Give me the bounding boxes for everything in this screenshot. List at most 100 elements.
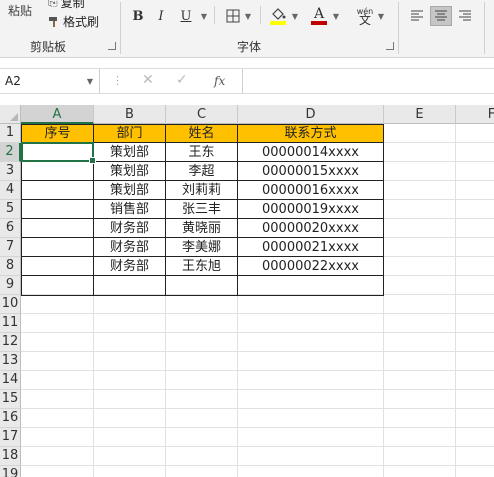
underline-button[interactable]: U: [178, 6, 194, 26]
fill-color-dropdown[interactable]: ▼: [290, 6, 300, 26]
table-cell[interactable]: [22, 276, 93, 295]
group-separator: [398, 2, 399, 54]
row-header[interactable]: 8: [0, 257, 21, 276]
row-header[interactable]: 5: [0, 200, 21, 219]
font-color-dropdown[interactable]: ▼: [331, 6, 341, 26]
underline-dropdown[interactable]: ▼: [199, 6, 209, 26]
table-cell[interactable]: [22, 162, 93, 181]
row-header[interactable]: 4: [0, 181, 21, 200]
more-options-icon[interactable]: ⋮: [112, 74, 123, 87]
font-color-button[interactable]: A: [309, 6, 329, 26]
format-painter-button[interactable]: 格式刷: [48, 13, 99, 30]
name-box[interactable]: A2 ▼: [0, 69, 100, 93]
borders-button[interactable]: [224, 6, 242, 26]
italic-button[interactable]: I: [153, 6, 169, 26]
row-header[interactable]: 9: [0, 276, 21, 295]
table-cell[interactable]: 策划部: [94, 181, 165, 200]
table-cell[interactable]: 策划部: [94, 143, 165, 162]
gridline: [21, 332, 494, 333]
table-cell[interactable]: 00000016xxxx: [238, 181, 383, 200]
table-cell[interactable]: [22, 181, 93, 200]
row-header[interactable]: 18: [0, 447, 21, 466]
column-header-c[interactable]: C: [166, 105, 238, 124]
table-header-cell[interactable]: 联系方式: [238, 124, 383, 143]
bold-button[interactable]: B: [129, 6, 147, 26]
table-cell[interactable]: 00000022xxxx: [238, 257, 383, 276]
phonetic-guide-button[interactable]: wén 文: [354, 6, 376, 26]
table-cell[interactable]: 00000015xxxx: [238, 162, 383, 181]
table-border: [21, 218, 384, 219]
column-header-f[interactable]: F: [456, 105, 494, 124]
row-header[interactable]: 12: [0, 333, 21, 352]
row-header[interactable]: 19: [0, 466, 21, 477]
table-header-cell[interactable]: 序号: [22, 124, 93, 143]
font-dialog-launcher-icon[interactable]: [386, 42, 394, 50]
row-header[interactable]: 7: [0, 238, 21, 257]
insert-function-icon[interactable]: fx: [214, 74, 225, 88]
cancel-icon[interactable]: ✕: [142, 72, 154, 88]
table-cell[interactable]: [22, 219, 93, 238]
borders-dropdown[interactable]: ▼: [243, 6, 253, 26]
table-cell[interactable]: 00000014xxxx: [238, 143, 383, 162]
table-border: [21, 237, 384, 238]
gridline: [21, 427, 494, 428]
row-header[interactable]: 14: [0, 371, 21, 390]
ribbon: 粘贴 ⎘ 复制 格式刷 剪贴板 B I U ▼ ▼ ▼ A ▼ wén 文 ▼ …: [0, 0, 494, 58]
table-border: [165, 124, 166, 296]
table-cell[interactable]: 策划部: [94, 162, 165, 181]
copy-button[interactable]: ⎘ 复制: [48, 0, 85, 11]
chevron-down-icon: ▼: [291, 11, 299, 21]
row-header[interactable]: 2: [0, 143, 21, 162]
table-cell[interactable]: [94, 276, 165, 295]
chevron-down-icon: ▼: [244, 11, 252, 21]
formula-input[interactable]: [242, 69, 494, 93]
table-cell[interactable]: 00000019xxxx: [238, 200, 383, 219]
table-header-cell[interactable]: 姓名: [166, 124, 237, 143]
column-header-a[interactable]: A: [21, 105, 94, 124]
clipboard-dialog-launcher-icon[interactable]: [108, 42, 116, 50]
paste-button[interactable]: 粘贴: [8, 2, 32, 19]
select-all-button[interactable]: [0, 105, 21, 124]
table-cell[interactable]: 李超: [166, 162, 237, 181]
table-cell[interactable]: 王东: [166, 143, 237, 162]
table-cell[interactable]: 00000020xxxx: [238, 219, 383, 238]
row-header[interactable]: 16: [0, 409, 21, 428]
column-header-b[interactable]: B: [94, 105, 166, 124]
row-header[interactable]: 11: [0, 314, 21, 333]
table-cell[interactable]: 李美娜: [166, 238, 237, 257]
table-cell[interactable]: [22, 238, 93, 257]
chevron-down-icon[interactable]: ▼: [87, 77, 93, 86]
column-header-e[interactable]: E: [384, 105, 456, 124]
table-cell[interactable]: [238, 276, 383, 295]
table-header-cell[interactable]: 部门: [94, 124, 165, 143]
table-cell[interactable]: [22, 257, 93, 276]
align-left-button[interactable]: [406, 6, 428, 26]
row-header[interactable]: 3: [0, 162, 21, 181]
table-cell[interactable]: 财务部: [94, 219, 165, 238]
row-header[interactable]: 13: [0, 352, 21, 371]
enter-icon[interactable]: ✓: [176, 72, 188, 88]
row-header[interactable]: 15: [0, 390, 21, 409]
table-cell[interactable]: 刘莉莉: [166, 181, 237, 200]
row-header[interactable]: 6: [0, 219, 21, 238]
column-header-d[interactable]: D: [238, 105, 384, 124]
row-header[interactable]: 17: [0, 428, 21, 447]
table-cell[interactable]: 财务部: [94, 257, 165, 276]
font-separator: [214, 6, 215, 24]
table-cell[interactable]: [22, 200, 93, 219]
worksheet-grid[interactable]: A B C D E F 1 2 3 4 5 6 7 8 9 10 11 12 1…: [0, 105, 494, 477]
align-center-button[interactable]: [430, 6, 452, 26]
table-cell[interactable]: 黄晓丽: [166, 219, 237, 238]
table-cell[interactable]: 王东旭: [166, 257, 237, 276]
row-header[interactable]: 10: [0, 295, 21, 314]
table-cell[interactable]: 销售部: [94, 200, 165, 219]
phonetic-dropdown[interactable]: ▼: [376, 6, 386, 26]
table-cell[interactable]: 张三丰: [166, 200, 237, 219]
active-cell-selection[interactable]: [21, 142, 96, 164]
table-cell[interactable]: 00000021xxxx: [238, 238, 383, 257]
table-cell[interactable]: [166, 276, 237, 295]
table-cell[interactable]: 财务部: [94, 238, 165, 257]
fill-color-button[interactable]: [268, 6, 288, 26]
row-header[interactable]: 1: [0, 124, 21, 143]
align-right-button[interactable]: [454, 6, 476, 26]
